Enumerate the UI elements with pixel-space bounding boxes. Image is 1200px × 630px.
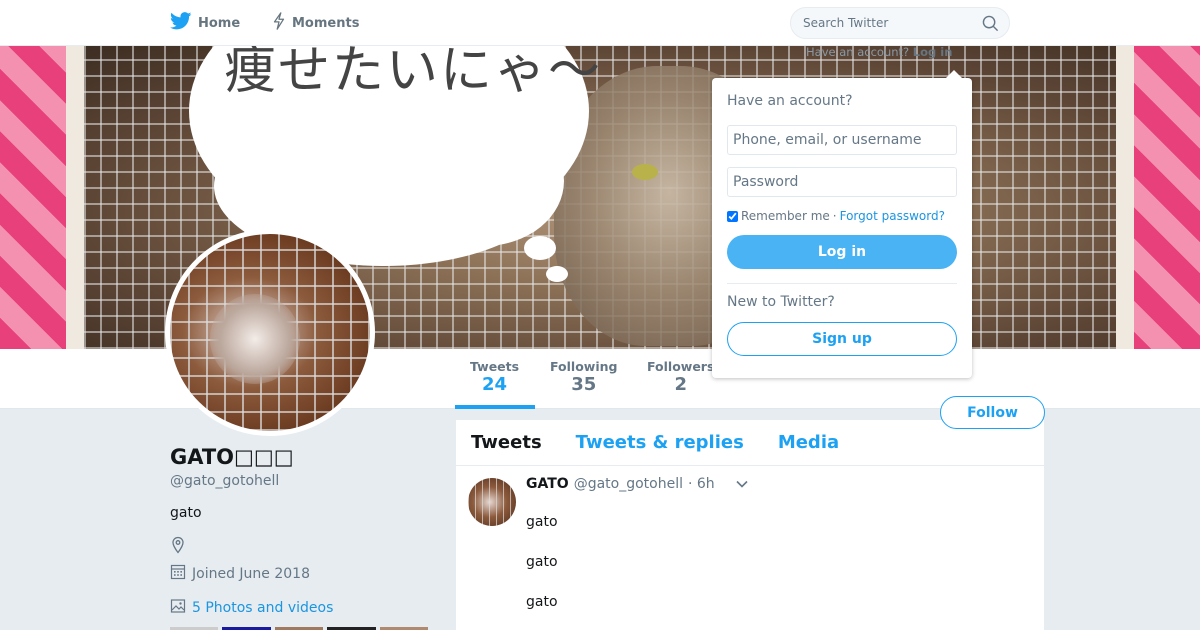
thought-dot-large xyxy=(524,236,556,260)
nav-moments-label: Moments xyxy=(292,15,360,31)
profile-name[interactable]: GATO□□□ xyxy=(170,445,440,469)
tweet[interactable]: GATO @gato_gotohell · 6h gato gato gato xyxy=(456,466,1044,612)
image-icon xyxy=(170,598,186,618)
tweet-line: gato xyxy=(526,514,558,530)
tab-tweets[interactable]: Tweets xyxy=(471,432,542,453)
stat-value: 2 xyxy=(674,374,687,395)
stat-value: 35 xyxy=(571,374,597,395)
separator-dot: · xyxy=(832,209,837,223)
tweet-line: gato xyxy=(526,554,558,570)
location-pin-icon xyxy=(170,536,186,558)
profile-info: GATO□□□ @gato_gotohell gato Joined June … xyxy=(170,445,440,618)
remember-me-checkbox[interactable] xyxy=(727,210,738,222)
joined-text: Joined June 2018 xyxy=(192,565,310,582)
have-account-text: Have an account? xyxy=(806,45,910,59)
nav-home-label: Home xyxy=(198,15,241,31)
login-button[interactable]: Log in xyxy=(727,235,957,269)
tweet-author-handle[interactable]: @gato_gotohell xyxy=(574,476,683,492)
nav-moments[interactable]: Moments xyxy=(272,0,359,46)
stat-label: Followers xyxy=(647,359,715,374)
twitter-bird-icon xyxy=(170,12,192,34)
signup-button[interactable]: Sign up xyxy=(727,322,957,356)
stat-following[interactable]: Following 35 xyxy=(550,359,617,395)
remember-me-label[interactable]: Remember me xyxy=(741,209,830,223)
thought-dot-small xyxy=(546,266,568,282)
profile-bio: gato xyxy=(170,505,202,521)
new-to-twitter-text: New to Twitter? xyxy=(727,294,835,310)
timeline: Tweets Tweets & replies Media GATO @gato… xyxy=(456,420,1044,630)
tweet-text: gato gato gato xyxy=(526,514,1032,612)
search-input[interactable] xyxy=(791,8,971,38)
stat-label: Tweets xyxy=(470,359,520,374)
remember-row: Remember me · Forgot password? xyxy=(727,209,957,223)
tweet-avatar[interactable] xyxy=(468,478,516,526)
calendar-icon xyxy=(170,563,186,584)
login-dropdown: Have an account? Remember me · Forgot pa… xyxy=(712,70,972,378)
tweet-author-name[interactable]: GATO xyxy=(526,476,569,492)
divider xyxy=(727,283,957,284)
tweet-timestamp[interactable]: · 6h xyxy=(688,476,715,492)
chevron-down-icon[interactable] xyxy=(736,476,748,492)
tab-tweets-replies[interactable]: Tweets & replies xyxy=(576,432,744,453)
have-account-prompt: Have an account? Log in xyxy=(806,45,952,59)
stat-tweets[interactable]: Tweets 24 xyxy=(470,359,519,395)
avatar-cat xyxy=(210,294,300,384)
cat-eye-left xyxy=(632,164,658,180)
lightning-icon xyxy=(272,12,286,34)
profile-handle[interactable]: @gato_gotohell xyxy=(170,473,440,489)
tweet-line: gato xyxy=(526,594,558,610)
thought-bubble-right xyxy=(404,116,564,246)
login-title: Have an account? xyxy=(727,93,853,109)
profile-photos-link[interactable]: 5 Photos and videos xyxy=(170,598,440,618)
tab-media[interactable]: Media xyxy=(778,432,839,453)
tweet-header: GATO @gato_gotohell · 6h xyxy=(526,476,1032,492)
top-navigation: Home Moments xyxy=(0,0,1200,46)
thought-bubble-text: 痩せたいにゃ～ xyxy=(224,46,603,101)
photos-text: 5 Photos and videos xyxy=(192,600,334,616)
password-field[interactable] xyxy=(727,167,957,197)
username-field[interactable] xyxy=(727,125,957,155)
search-icon[interactable] xyxy=(982,15,999,36)
stat-label: Following xyxy=(550,359,618,374)
stat-followers[interactable]: Followers 2 xyxy=(647,359,714,395)
active-stat-underline xyxy=(455,405,535,409)
search-box xyxy=(790,7,1010,39)
stat-value: 24 xyxy=(482,374,508,395)
profile-joined: Joined June 2018 xyxy=(170,563,440,584)
follow-button[interactable]: Follow xyxy=(940,396,1045,429)
login-link[interactable]: Log in xyxy=(913,45,953,59)
profile-location xyxy=(170,536,440,558)
profile-avatar[interactable] xyxy=(165,229,375,436)
forgot-password-link[interactable]: Forgot password? xyxy=(840,209,945,223)
nav-home[interactable]: Home xyxy=(170,0,240,46)
